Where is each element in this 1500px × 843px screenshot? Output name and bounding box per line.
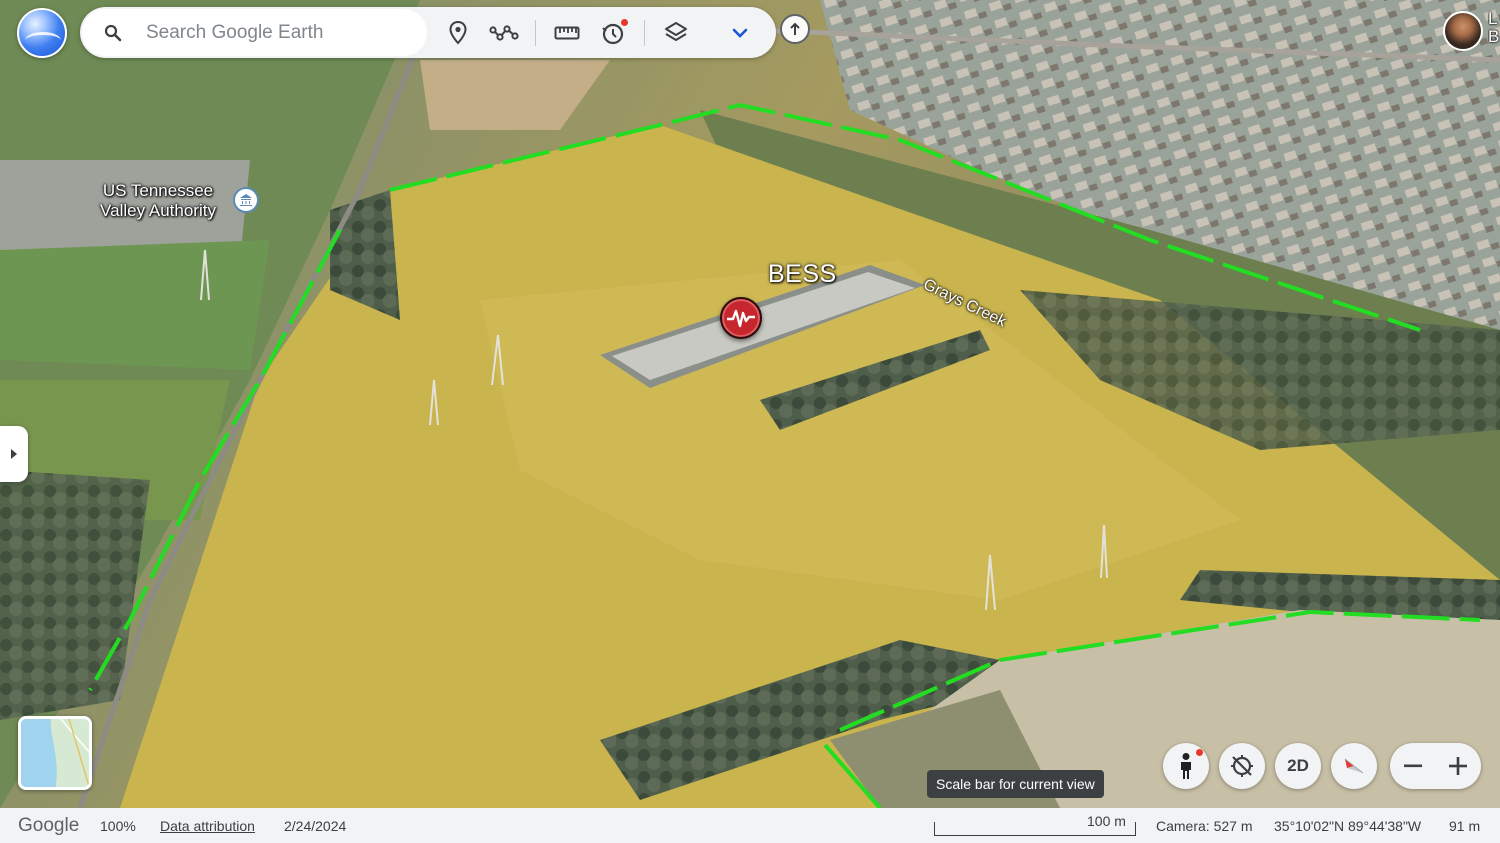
- plus-icon: [1448, 757, 1467, 775]
- pegman-icon: [1181, 753, 1191, 779]
- measure-button[interactable]: [544, 10, 590, 56]
- ruler-icon: [554, 26, 580, 39]
- zoom-level[interactable]: 100%: [100, 818, 136, 834]
- expand-panel-button[interactable]: [0, 426, 28, 482]
- account-name: L B: [1488, 10, 1500, 46]
- timelapse-button[interactable]: [590, 10, 636, 56]
- zoom-out-button[interactable]: [1390, 743, 1435, 789]
- google-earth-logo[interactable]: [17, 8, 67, 58]
- notification-dot: [621, 18, 628, 26]
- toggle-2d-label: 2D: [1287, 756, 1309, 775]
- map-view[interactable]: [0, 0, 1500, 808]
- new-project-button[interactable]: [780, 14, 810, 44]
- search-icon[interactable]: [102, 22, 124, 44]
- tva-label[interactable]: US Tennessee Valley Authority: [92, 181, 224, 221]
- street-view-button[interactable]: [1163, 743, 1209, 789]
- zoom-in-button[interactable]: [1435, 743, 1480, 789]
- google-logo: Google: [18, 815, 80, 836]
- add-path-button[interactable]: [481, 10, 527, 56]
- minimap-image: [21, 719, 89, 787]
- elevation: 91 m: [1449, 818, 1481, 834]
- toolbar-divider: [535, 19, 536, 46]
- government-building-icon[interactable]: [233, 187, 259, 213]
- chevron-down-icon: [732, 28, 748, 38]
- add-placemark-button[interactable]: [435, 10, 481, 56]
- location-pin-icon: [449, 20, 467, 44]
- status-bar: Google 100% Data attribution 2/24/2024 C…: [0, 808, 1500, 843]
- bess-placemark-icon[interactable]: [720, 297, 762, 339]
- new-project-icon: [790, 22, 800, 35]
- layers-icon: [665, 21, 687, 41]
- toggle-2d-button[interactable]: 2D: [1275, 743, 1321, 789]
- compass-button[interactable]: [1331, 743, 1377, 789]
- zoom-controls: [1390, 743, 1481, 789]
- path-icon: [489, 24, 519, 41]
- camera-altitude: Camera: 527 m: [1156, 818, 1253, 834]
- top-toolbar: [80, 7, 776, 58]
- chevron-right-icon: [11, 449, 17, 459]
- imagery-date: 2/24/2024: [284, 818, 347, 834]
- bess-label[interactable]: BESS: [768, 260, 837, 289]
- satellite-imagery: [0, 0, 1500, 808]
- tilt-button[interactable]: [1219, 743, 1265, 789]
- search-box[interactable]: [82, 9, 427, 56]
- tilt-off-icon: [1231, 755, 1253, 777]
- toolbar-divider: [644, 19, 645, 46]
- search-input[interactable]: [146, 21, 416, 44]
- scale-bar-tooltip: Scale bar for current view: [927, 770, 1104, 798]
- data-attribution-link[interactable]: Data attribution: [160, 818, 255, 834]
- scale-label[interactable]: 100 m: [1087, 813, 1126, 829]
- minimap[interactable]: [18, 716, 92, 790]
- minus-icon: [1403, 764, 1422, 768]
- compass-icon: [1344, 758, 1364, 774]
- avatar[interactable]: [1443, 11, 1483, 51]
- notification-dot: [1196, 749, 1203, 756]
- map-style-button[interactable]: [653, 10, 699, 56]
- coordinates[interactable]: 35°10'02"N 89°44'38"W: [1274, 818, 1421, 834]
- more-tools-button[interactable]: [717, 10, 763, 56]
